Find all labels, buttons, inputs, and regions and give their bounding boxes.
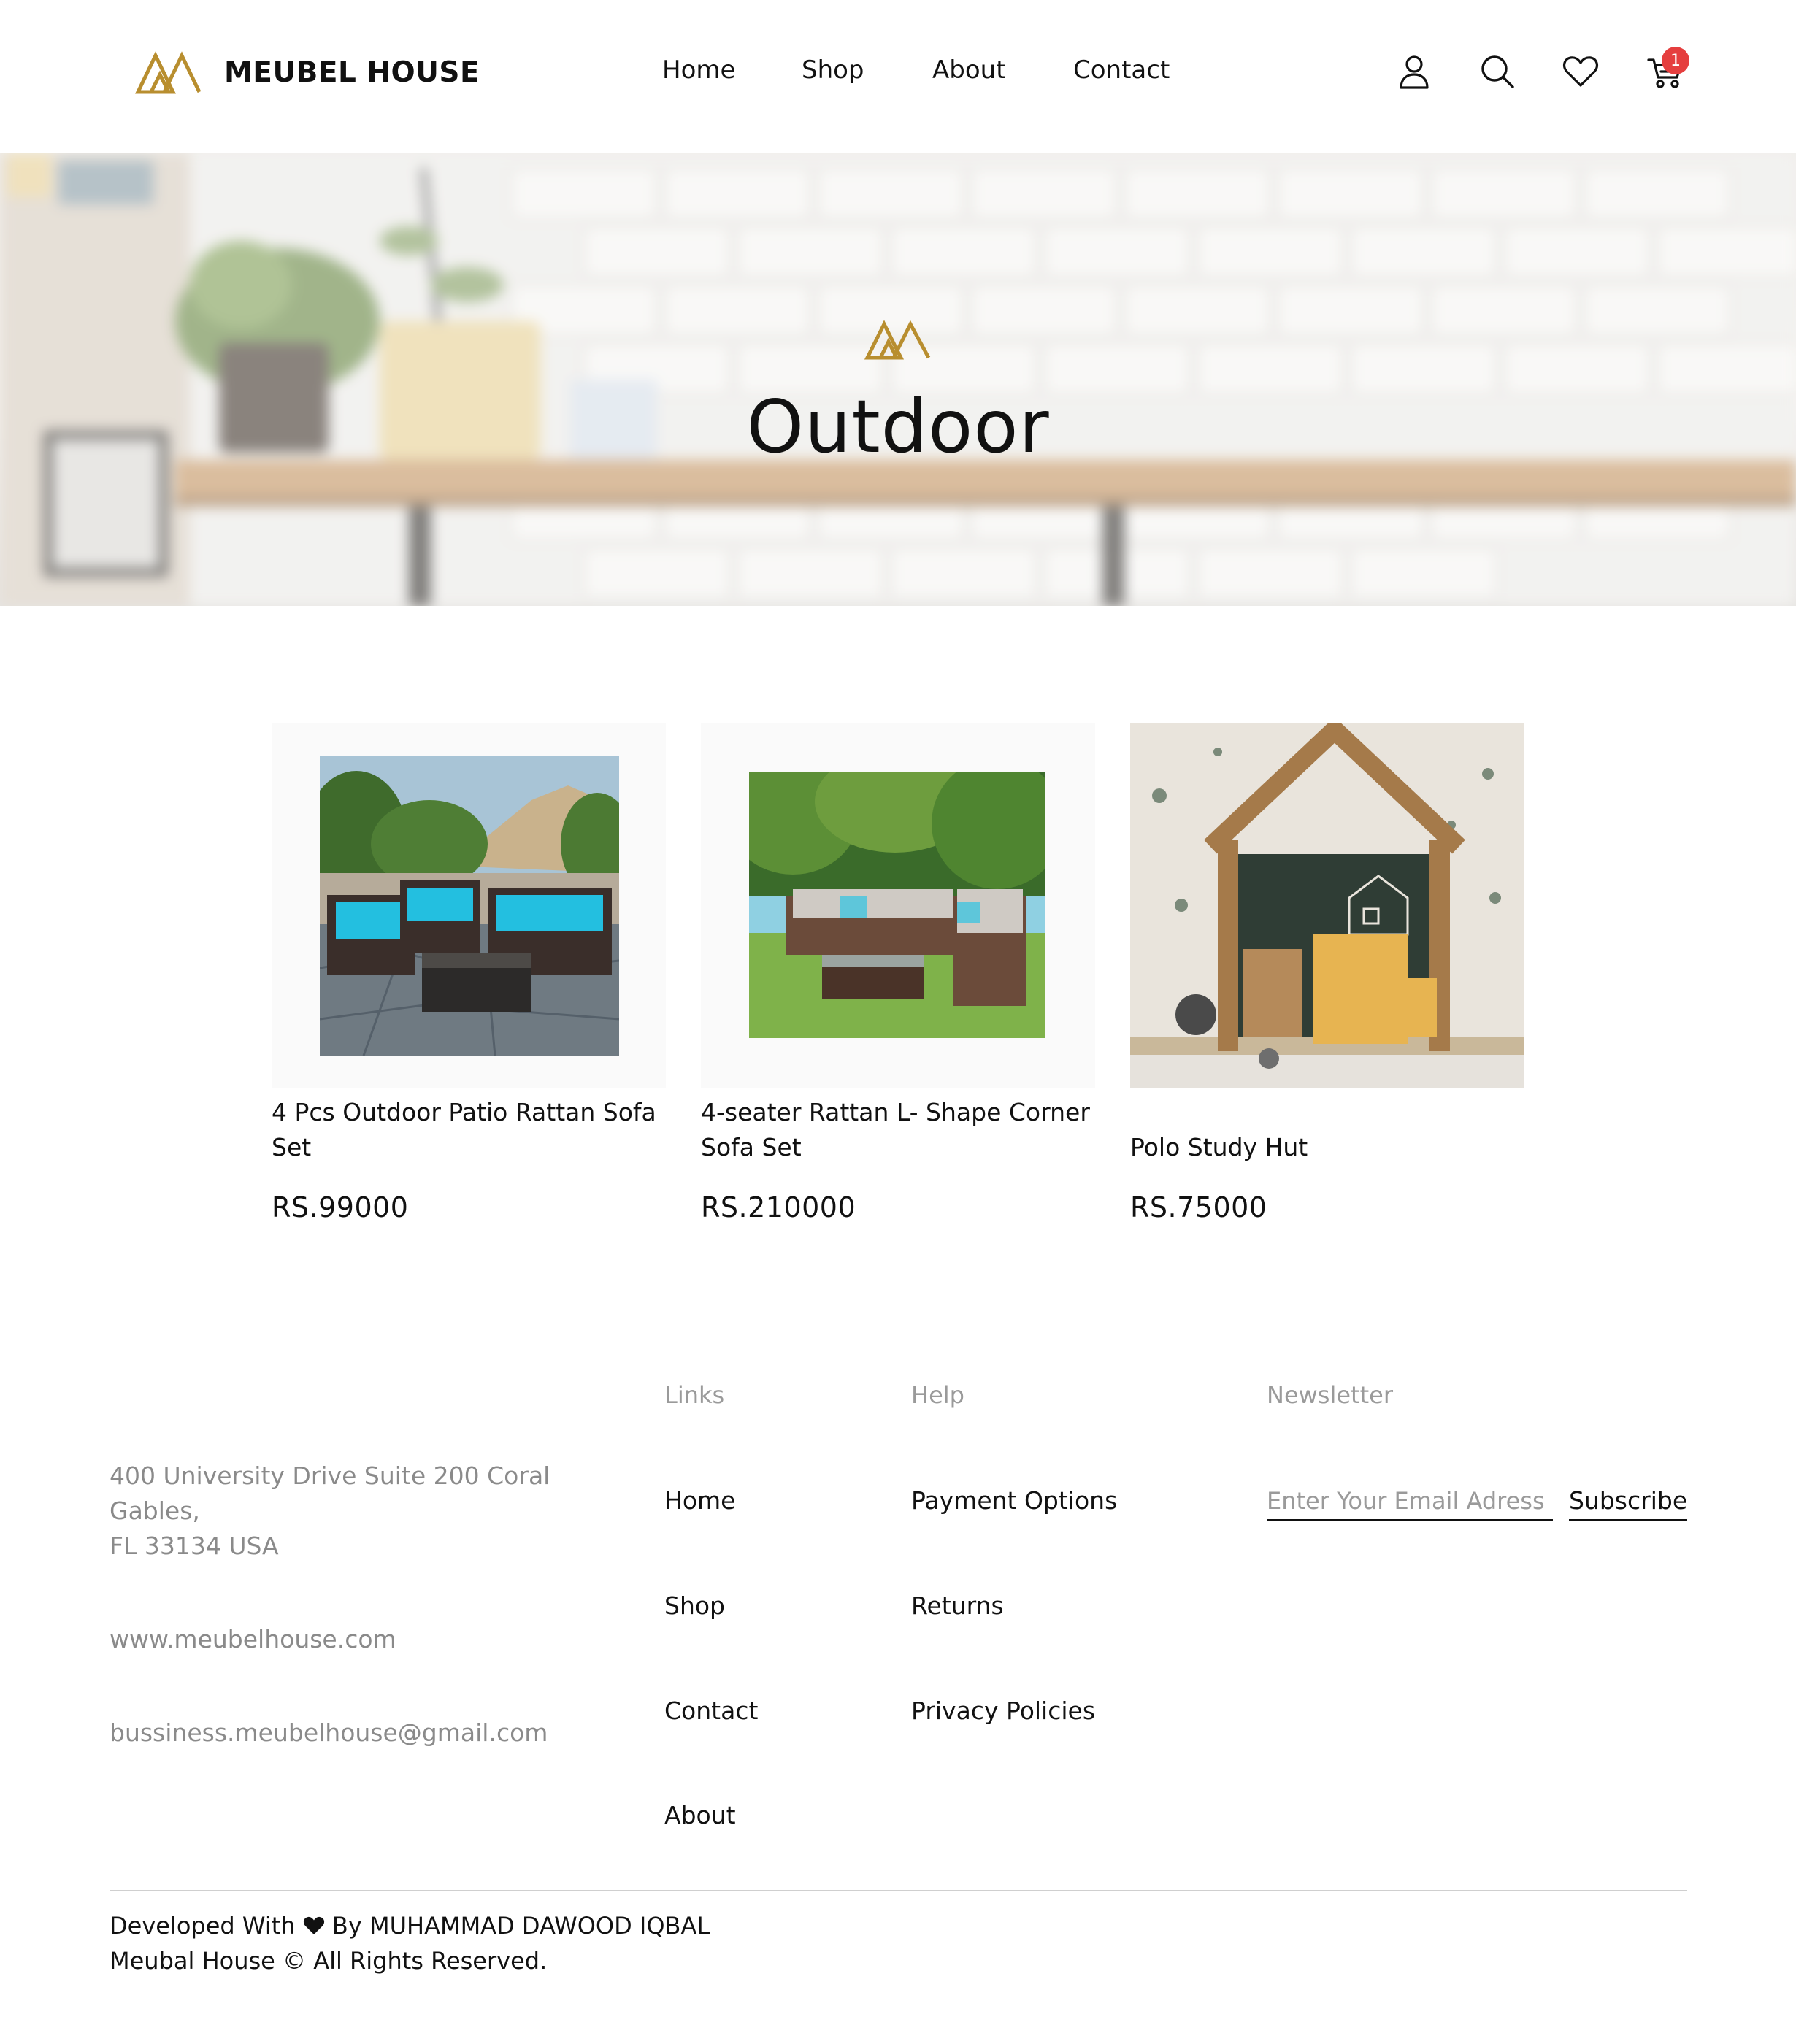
footer-copyright: Meubal House © All Rights Reserved. (110, 1947, 548, 1975)
address-line: 400 University Drive Suite 200 Coral Gab… (110, 1461, 550, 1525)
footer-link-about[interactable]: About (664, 1801, 736, 1829)
product-card[interactable]: 4 Pcs Outdoor Patio Rattan Sofa Set RS.9… (272, 723, 666, 1223)
rattan-sofa-set-image (320, 756, 619, 1056)
site-header: MEUBEL HOUSE Home Shop About Contact 1 (0, 0, 1796, 153)
newsletter-heading: Newsletter (1267, 1381, 1393, 1409)
footer-credit: Developed With By MUHAMMAD DAWOOD IQBAL (110, 1908, 710, 1943)
page-title: Outdoor (746, 384, 1050, 469)
product-name[interactable]: 4-seater Rattan L- Shape Corner Sofa Set (701, 1095, 1095, 1165)
user-icon (1400, 55, 1429, 89)
credit-suffix: By MUHAMMAD DAWOOD IQBAL (331, 1912, 710, 1940)
product-card[interactable]: Polo Study Hut RS.75000 (1130, 723, 1524, 1223)
nav-home[interactable]: Home (662, 55, 735, 85)
search-button[interactable] (1478, 53, 1516, 91)
brand[interactable]: MEUBEL HOUSE (135, 50, 480, 95)
product-card[interactable]: 4-seater Rattan L- Shape Corner Sofa Set… (701, 723, 1095, 1223)
footer-link-payment-options[interactable]: Payment Options (911, 1486, 1117, 1515)
brand-name: MEUBEL HOUSE (224, 55, 480, 89)
product-image[interactable] (701, 723, 1095, 1088)
footer-link-privacy-policies[interactable]: Privacy Policies (911, 1697, 1095, 1725)
newsletter-email-input[interactable] (1267, 1482, 1553, 1521)
help-heading: Help (911, 1381, 964, 1409)
footer-link-shop[interactable]: Shop (664, 1591, 725, 1620)
nav-about[interactable]: About (932, 55, 1006, 85)
product-price: RS.99000 (272, 1191, 409, 1223)
footer-link-home[interactable]: Home (664, 1486, 735, 1515)
footer-email[interactable]: bussiness.meubelhouse@gmail.com (110, 1718, 548, 1747)
polo-study-hut-image (1130, 723, 1524, 1088)
footer-website[interactable]: www.meubelhouse.com (110, 1625, 396, 1653)
cart-count-badge: 1 (1662, 47, 1689, 74)
subscribe-button[interactable]: Subscribe (1569, 1482, 1688, 1521)
product-name[interactable]: 4 Pcs Outdoor Patio Rattan Sofa Set (272, 1095, 666, 1165)
search-icon (1481, 55, 1514, 88)
hero-veil (0, 153, 1796, 606)
meubel-house-logo-icon (135, 51, 202, 94)
footer-address: 400 University Drive Suite 200 Coral Gab… (110, 1459, 577, 1564)
footer-link-returns[interactable]: Returns (911, 1591, 1004, 1620)
nav-shop[interactable]: Shop (802, 55, 864, 85)
nav-contact[interactable]: Contact (1073, 55, 1170, 85)
meubel-house-logo-icon (864, 320, 931, 360)
product-name[interactable]: Polo Study Hut (1130, 1130, 1524, 1165)
heart-icon (1562, 56, 1599, 87)
account-button[interactable] (1395, 53, 1433, 91)
heart-icon (303, 1916, 324, 1934)
product-price: RS.210000 (701, 1191, 856, 1223)
hero-banner: Outdoor (0, 153, 1796, 606)
product-image[interactable] (272, 723, 666, 1088)
product-image[interactable] (1130, 723, 1524, 1088)
links-heading: Links (664, 1381, 725, 1409)
wishlist-button[interactable] (1562, 53, 1600, 91)
address-line: FL 33134 USA (110, 1532, 279, 1560)
l-shape-sofa-set-image (749, 772, 1045, 1038)
footer-divider (110, 1890, 1687, 1891)
footer-link-contact[interactable]: Contact (664, 1697, 758, 1725)
product-price: RS.75000 (1130, 1191, 1267, 1223)
credit-prefix: Developed With (110, 1912, 296, 1940)
